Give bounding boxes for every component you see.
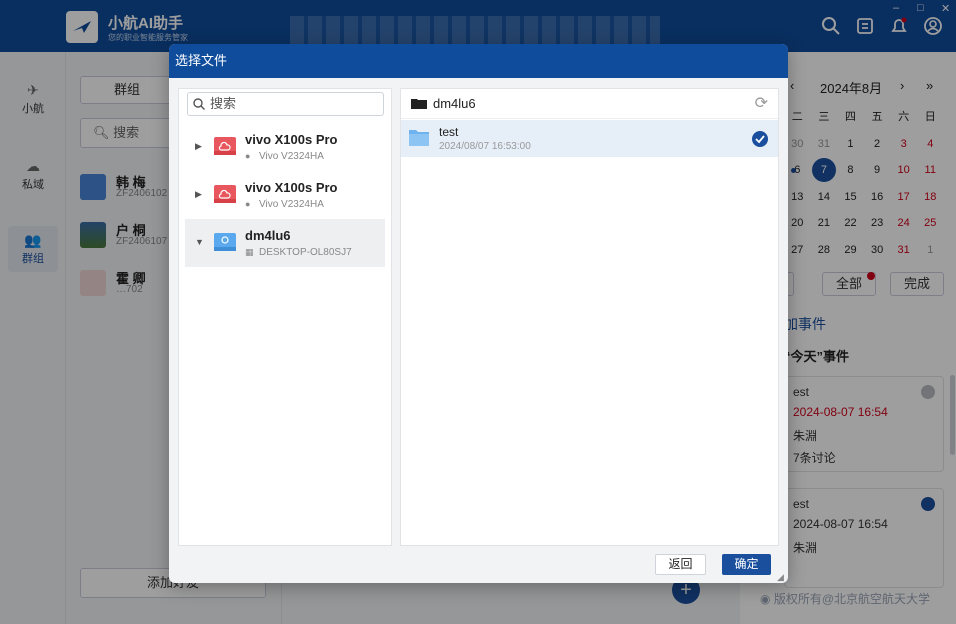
android-icon: ● [245,199,251,209]
device-item-selected[interactable]: ▼ dm4lu6 ▦ DESKTOP-OL80SJ7 [185,219,385,267]
search-icon [193,93,205,116]
computer-drive-icon [214,233,236,251]
file-panel: dm4lu6 ⟳ test 2024/08/07 16:53:00 [400,88,779,546]
refresh-icon[interactable]: ⟳ [755,93,768,113]
confirm-button[interactable]: 确定 [722,554,771,575]
expand-arrow-icon[interactable]: ▶ [195,189,202,200]
file-picker-dialog: 选择文件 搜索 ▶ vivo X100s Pro ● Vivo V2324HA ▶… [169,44,788,583]
dialog-title: 选择文件 [169,44,788,78]
cloud-drive-icon [214,185,236,203]
device-item[interactable]: ▶ vivo X100s Pro ● Vivo V2324HA [185,123,385,171]
selected-check-icon[interactable] [752,131,768,147]
collapse-arrow-icon[interactable]: ▼ [195,237,204,247]
device-panel: 搜索 ▶ vivo X100s Pro ● Vivo V2324HA ▶ vivo… [178,88,392,546]
cloud-drive-icon [214,137,236,155]
back-button[interactable]: 返回 [655,554,706,575]
current-folder-name: dm4lu6 [433,96,476,111]
device-search-input[interactable]: 搜索 [187,92,384,116]
expand-arrow-icon[interactable]: ▶ [195,141,202,152]
android-icon: ● [245,151,251,161]
folder-icon [411,99,427,109]
windows-icon: ▦ [245,247,254,257]
path-bar: dm4lu6 ⟳ [401,89,778,119]
resize-handle-icon[interactable]: ◢ [777,572,784,583]
file-item[interactable]: test 2024/08/07 16:53:00 [401,120,778,157]
device-item[interactable]: ▶ vivo X100s Pro ● Vivo V2324HA [185,171,385,219]
folder-icon [409,130,429,146]
